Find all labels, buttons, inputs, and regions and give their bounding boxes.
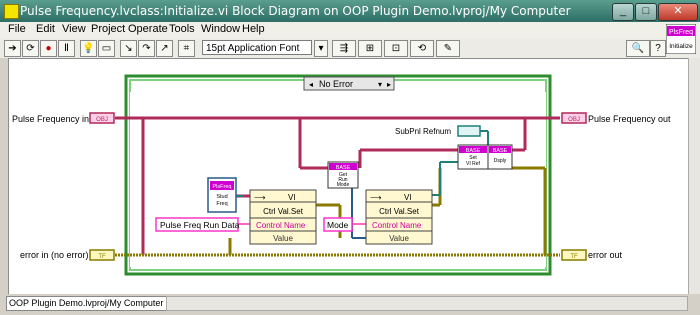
svg-text:OBJ: OBJ	[96, 117, 108, 123]
svg-text:VI: VI	[404, 193, 412, 202]
horizontal-scrollbar[interactable]	[166, 296, 688, 311]
svg-text:BASE: BASE	[336, 165, 351, 171]
error-out-label: error out	[588, 250, 623, 260]
svg-text:⟶: ⟶	[254, 193, 266, 202]
svg-text:Mode: Mode	[327, 220, 349, 230]
svg-text:Control Name: Control Name	[256, 221, 306, 230]
svg-text:Value: Value	[273, 234, 293, 243]
svg-text:Ctrl Val.Set: Ctrl Val.Set	[263, 207, 304, 216]
svg-text:▾: ▾	[378, 80, 382, 89]
svg-text:Stud: Stud	[216, 194, 227, 200]
svg-text:⟶: ⟶	[370, 193, 382, 202]
svg-text:Control Name: Control Name	[372, 221, 422, 230]
status-bar: OOP Plugin Demo.lvproj/My Computer	[0, 294, 700, 315]
svg-text:Freq: Freq	[216, 201, 227, 207]
svg-text:Pulse Freq Run Data: Pulse Freq Run Data	[160, 220, 240, 230]
svg-text:Ctrl Val.Set: Ctrl Val.Set	[379, 207, 420, 216]
svg-text:Value: Value	[389, 234, 409, 243]
pulse-frequency-out-label: Pulse Frequency out	[588, 114, 671, 124]
svg-text:Mode: Mode	[337, 182, 350, 188]
svg-text:VI: VI	[288, 193, 296, 202]
svg-text:◂: ◂	[309, 80, 313, 89]
svg-text:TF: TF	[98, 254, 106, 260]
block-diagram-drawing: ◂ No Error ▾ ▸ Pulse Frequency in OBJ Pu…	[12, 74, 671, 276]
svg-text:Dsply: Dsply	[494, 158, 507, 164]
project-path: OOP Plugin Demo.lvproj/My Computer	[6, 296, 170, 311]
svg-text:PlsFreq: PlsFreq	[213, 184, 232, 190]
subpnl-refnum-terminal	[457, 125, 481, 137]
svg-text:VI Ref: VI Ref	[466, 161, 481, 167]
error-in-label: error in (no error)	[20, 250, 89, 260]
case-selector-label: No Error	[319, 79, 353, 89]
svg-text:TF: TF	[570, 254, 578, 260]
svg-text:BASE: BASE	[466, 148, 481, 154]
svg-text:▸: ▸	[387, 80, 391, 89]
labview-window: Pulse Frequency.lvclass:Initialize.vi Bl…	[0, 0, 700, 315]
svg-text:BASE: BASE	[493, 148, 508, 154]
subpnl-refnum-label: SubPnl Refnum	[395, 127, 451, 136]
pulse-frequency-in-label: Pulse Frequency in	[12, 114, 89, 124]
svg-text:OBJ: OBJ	[568, 117, 580, 123]
